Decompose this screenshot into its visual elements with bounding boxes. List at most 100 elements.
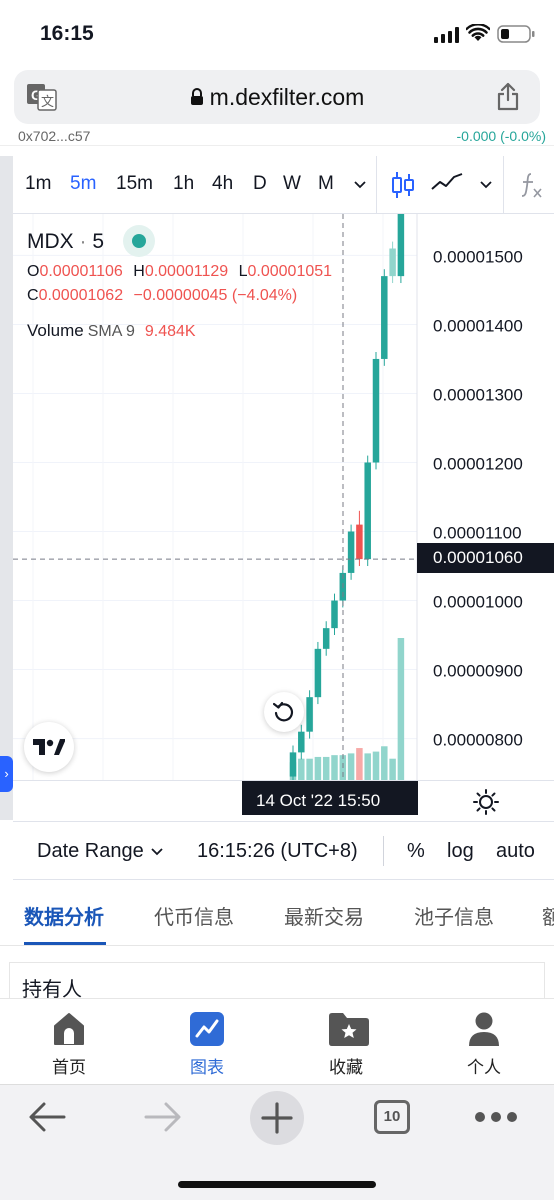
timeframe-1h[interactable]: 1h [173,173,194,195]
expand-drawing-toolbar-button[interactable]: › [0,756,13,792]
chevron-down-icon[interactable] [150,847,164,857]
tab-data-analysis[interactable]: 数据分析 [24,901,104,930]
share-icon[interactable] [496,82,520,112]
nav-favorites[interactable]: 收藏 [291,999,401,1085]
volume-bar [364,753,371,780]
nav-profile[interactable]: 个人 [429,999,539,1085]
tab-switcher-button[interactable]: 10 [374,1100,410,1134]
price-tick-label: 0.00000900 [433,662,523,681]
timeframe-1m[interactable]: 1m [25,173,51,195]
chart-bottom-controls: Date Range 16:15:26 (UTC+8) % log auto [13,822,554,880]
reset-chart-button[interactable] [264,692,304,732]
timeframe-15m[interactable]: 15m [116,173,153,195]
tab-more[interactable]: 额 [542,901,554,930]
price-tick-label: 0.00001000 [433,593,523,612]
nav-chart[interactable]: 图表 [152,999,262,1085]
candle-body [314,648,322,698]
token-address: 0x702...c57 [18,128,91,144]
favorites-folder-icon [329,1013,369,1046]
line-chart-type-icon[interactable] [431,172,463,194]
auto-toggle[interactable]: auto [496,840,535,863]
market-status-dot[interactable] [123,225,155,257]
price-tick-label: 0.00001500 [433,247,523,266]
volume-indicator-legend[interactable]: Volume SMA 9 9.484K [27,321,196,341]
controls-divider [383,836,384,866]
plus-icon [261,1102,293,1134]
crosshair-time-label: 14 Oct '22 15:50 [242,781,418,815]
candle-body [356,524,363,560]
volume-bar [306,758,313,780]
status-time: 16:15 [40,22,94,45]
chart-toolbar: 1m 5m 15m 1h 4h D W M [13,156,554,214]
home-indicator [178,1181,376,1188]
nav-favorites-label: 收藏 [329,1058,363,1077]
open-value: 0.00001106 [39,263,123,280]
tab-pool-info[interactable]: 池子信息 [414,901,494,930]
toolbar-divider [376,156,377,214]
ohlc-row-1: O0.00001106 H0.00001129 L0.00001051 [27,263,333,280]
url-label: m.dexfilter.com [209,84,365,110]
more-options-icon[interactable] [474,1111,518,1123]
date-range-button[interactable]: Date Range [37,840,144,863]
nav-home-label: 首页 [52,1058,86,1077]
left-drawing-panel-edge [0,156,13,820]
candle-body [322,628,330,649]
battery-icon [497,25,535,43]
wifi-icon [466,24,490,41]
high-value: 0.00001129 [144,263,229,280]
candle-body [331,600,338,629]
current-price-label: 0.00001060 [417,543,554,573]
volume-bar [322,756,330,780]
url-text[interactable]: m.dexfilter.com [14,84,540,111]
back-arrow-icon[interactable] [28,1099,68,1135]
percent-toggle[interactable]: % [407,840,425,863]
tradingview-logo[interactable] [24,722,74,772]
candle-body [364,462,371,560]
content-tabs: 数据分析 代币信息 最新交易 池子信息 额 [0,880,554,946]
volume-value: 9.484K [144,323,196,340]
bottom-nav: 首页 图表 收藏 个人 [0,998,554,1084]
price-change: -0.000 (-0.0%) [456,128,546,144]
volume-label: Volume [27,321,84,340]
home-icon [54,1013,84,1045]
candle-body [298,731,305,753]
sma-label: SMA 9 [87,323,135,340]
candle-body [397,214,405,277]
nav-chart-label: 图表 [190,1058,224,1077]
candle-body [347,531,355,573]
time-axis[interactable]: 14 Oct '22 15:50 [13,780,554,822]
symbol-title: MDX · 5 [27,230,105,253]
cellular-signal-icon [434,27,459,43]
timeframe-w[interactable]: W [283,173,301,195]
chart-settings-sun-icon[interactable] [473,789,499,815]
chevron-down-icon[interactable] [479,180,493,190]
candle-body [381,276,388,359]
toolbar-divider [503,156,504,214]
symbol-name: MDX [27,230,74,253]
user-icon [469,1012,499,1046]
timeframe-5m[interactable]: 5m [70,173,96,195]
volume-bar [381,746,388,780]
timeframe-4h[interactable]: 4h [212,173,233,195]
indicators-fx-icon[interactable] [519,170,545,200]
log-toggle[interactable]: log [447,840,474,863]
chart-icon [190,1012,224,1046]
reset-icon [273,701,294,722]
tab-latest-trades[interactable]: 最新交易 [284,901,364,930]
chevron-down-icon[interactable] [353,180,367,190]
candle-body [306,697,313,732]
candle-body [372,358,380,463]
candlestick-chart-type-icon[interactable] [391,170,415,200]
timeframe-d[interactable]: D [253,173,267,195]
forward-arrow-icon[interactable] [142,1099,182,1135]
status-bar: 16:15 [0,0,554,66]
timeframe-m[interactable]: M [318,173,334,195]
address-bar[interactable]: G文 m.dexfilter.com [14,70,540,124]
nav-home[interactable]: 首页 [14,999,124,1085]
new-tab-button[interactable] [250,1091,304,1145]
price-tick-label: 0.00001100 [433,524,522,543]
tab-token-info[interactable]: 代币信息 [154,901,234,930]
candle-body [389,248,396,277]
clock-timezone[interactable]: 16:15:26 (UTC+8) [197,840,358,863]
price-tick-label: 0.00001300 [433,385,523,404]
